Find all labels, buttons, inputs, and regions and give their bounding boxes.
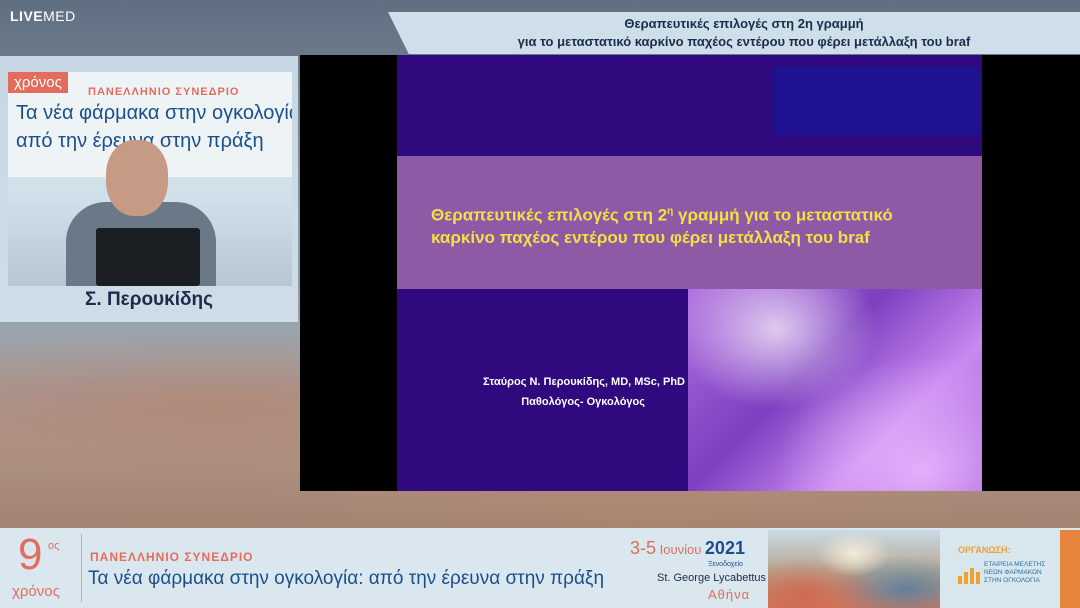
slide-author-block: Σταύρος Ν. Περουκίδης, MD, MSc, PhD Παθο… <box>397 372 687 412</box>
hotel-name: St. George Lycabettus <box>657 572 767 584</box>
edition-number: 9 <box>18 530 43 579</box>
acropolis-artwork <box>768 530 940 608</box>
slide-author-role: Παθολόγος- Ογκολόγος <box>521 396 645 408</box>
banner-congress: ΠΑΝΕΛΛΗΝΙΟ ΣΥΝΕΔΡΙΟ <box>90 550 254 564</box>
event-city: Αθήνα <box>708 587 751 602</box>
slide-title: Θεραπευτικές επιλογές στη 2η γραμμή για … <box>431 205 893 247</box>
organizer-name: ΕΤΑΙΡΕΙΑ ΜΕΛΕΤΗΣ ΝΕΩΝ ΦΑΡΜΑΚΩΝ ΣΤΗΝ ΟΓΚΟ… <box>984 561 1046 584</box>
speaker-head <box>106 140 168 216</box>
banner-edge-accent <box>1060 530 1080 608</box>
slide-author: Σταύρος Ν. Περουκίδης, MD, MSc, PhD <box>483 376 685 388</box>
speaker-video-chronos: χρόνος <box>8 72 68 93</box>
banner-divider <box>81 534 82 602</box>
lecture-title-line1: Θεραπευτικές επιλογές στη 2η γραμμή <box>624 16 864 31</box>
presentation-slide: Θεραπευτικές επιλογές στη 2η γραμμή για … <box>397 55 982 491</box>
edition-chronos: χρόνος <box>12 583 60 600</box>
banner-tagline: Τα νέα φάρμακα στην ογκολογία: από την έ… <box>88 568 605 589</box>
speaker-video-tagline-1: Τα νέα φάρμακα στην ογκολογία <box>16 102 292 124</box>
laptop-icon <box>96 228 200 286</box>
speaker-name: Σ. Περουκίδης <box>85 289 213 310</box>
speaker-video: χρόνος ΠΑΝΕΛΛΗΝΙΟ ΣΥΝΕΔΡΙΟ Τα νέα φάρμακ… <box>8 72 292 286</box>
slide-swirl-graphic <box>688 289 982 491</box>
speaker-video-congress: ΠΑΝΕΛΛΗΝΙΟ ΣΥΝΕΔΡΙΟ <box>88 86 240 98</box>
slide-decor-box <box>774 67 980 135</box>
livemed-logo: LIVEMED <box>10 8 76 24</box>
organizer-logo-icon <box>958 566 980 584</box>
lecture-title-line2: για το μεταστατικό καρκίνο παχέος εντέρο… <box>517 34 971 49</box>
event-dates: 3-5 Ιουνίου 2021 <box>630 538 745 558</box>
organizer-label: ΟΡΓΑΝΩΣΗ: <box>958 545 1011 555</box>
edition-suffix: ος <box>48 540 60 552</box>
hotel-label: Ξενοδοχείο <box>708 561 743 568</box>
lecture-title-banner: Θεραπευτικές επιλογές στη 2η γραμμή για … <box>388 12 1080 54</box>
